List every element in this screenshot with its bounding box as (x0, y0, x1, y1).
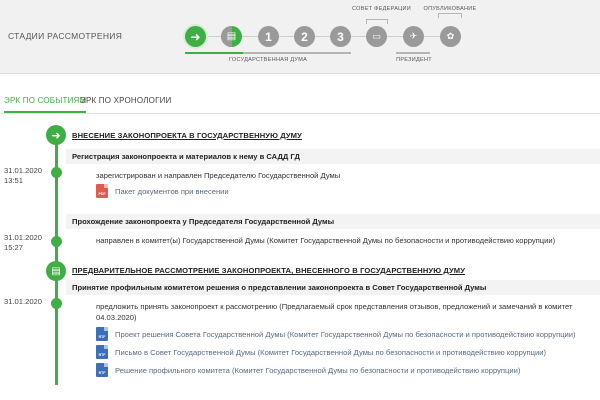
stage-publication[interactable]: ✿ (440, 26, 461, 47)
event-date: 31.01.2020 (4, 297, 42, 307)
event-heading-registration: Регистрация законопроекта и материалов к… (72, 152, 300, 161)
council-bracket (366, 19, 388, 24)
document-link[interactable]: RTF Решение профильного комитета (Комите… (96, 363, 520, 377)
document-list-icon: ▤ (46, 261, 66, 281)
stage-president[interactable]: ✈ (403, 26, 424, 47)
stage-heading-preliminary[interactable]: ПРЕДВАРИТЕЛЬНОЕ РАССМОТРЕНИЕ ЗАКОНОПРОЕК… (72, 266, 465, 275)
stages-title: СТАДИИ РАССМОТРЕНИЯ (8, 31, 123, 41)
publication-bracket (438, 13, 462, 18)
date-value: 31.01.2020 (4, 233, 43, 242)
document-label: Проект решения Совета Государственной Ду… (115, 329, 576, 339)
pdf-file-icon: PDF (96, 184, 108, 198)
group-label-duma: ГОСУДАРСТВЕННАЯ ДУМА (228, 57, 308, 63)
publication-icon: ✿ (446, 31, 455, 41)
stage-number: 2 (301, 29, 308, 44)
document-label: Решение профильного комитета (Комитет Го… (115, 365, 521, 375)
council-icon: ▭ (372, 31, 381, 41)
document-link[interactable]: RTF Проект решения Совета Государственно… (96, 327, 576, 341)
file-type-label: RTF (98, 353, 106, 357)
event-date: 31.01.2020 13:51 (4, 166, 42, 186)
timeline-dot (51, 236, 62, 247)
rtf-file-icon: RTF (96, 345, 108, 359)
timeline-dot (51, 298, 62, 309)
stage-node-glyph: ➜ (51, 129, 61, 142)
date-value: 31.01.2020 (4, 297, 43, 306)
arrow-right-icon: ➜ (190, 29, 201, 44)
document-label: Пакет документов при внесении (115, 186, 229, 196)
stage-first-reading[interactable]: 1 (258, 26, 279, 47)
event-heading-chairman: Прохождение законопроекта у Председателя… (72, 217, 335, 226)
tabs: ЭРК ПО СОБЫТИЯМ ЭРК ПО ХРОНОЛОГИИ (0, 92, 600, 114)
tab-by-chronology[interactable]: ЭРК ПО ХРОНОЛОГИИ (80, 96, 172, 111)
time-value: 15:27 (4, 243, 24, 252)
stage-federation-council[interactable]: ▭ (366, 26, 387, 47)
document-label: Письмо в Совет Государственной Думы (Ком… (115, 347, 547, 357)
rtf-file-icon: RTF (96, 363, 108, 377)
group-label-publication: ОПУБЛИКОВАНИЕ (423, 6, 477, 12)
file-type-label: PDF (98, 192, 106, 196)
group-label-federation-council: СОВЕТ ФЕДЕРАЦИИ (352, 6, 412, 12)
stage-heading-introduction[interactable]: ВНЕСЕНИЕ ЗАКОНОПРОЕКТА В ГОСУДАРСТВЕННУЮ… (72, 131, 302, 140)
president-line (396, 52, 430, 54)
duma-progress-line (185, 52, 243, 54)
group-label-president: ПРЕЗИДЕНТ (396, 57, 432, 63)
event-text: направлен в комитет(ы) Государственной Д… (96, 236, 556, 245)
time-value: 13:51 (4, 176, 24, 185)
stage-preliminary[interactable]: ▤ (221, 26, 242, 47)
arrow-right-icon: ➜ (46, 125, 66, 145)
president-icon: ✈ (409, 31, 418, 41)
event-text: зарегистрирован и направлен Председателю… (96, 171, 341, 180)
event-text: предложить принять законопроект к рассмо… (96, 302, 573, 322)
stage-node-glyph: ▤ (51, 265, 61, 277)
file-type-label: RTF (98, 335, 106, 339)
stage-introduction[interactable]: ➜ (185, 26, 206, 47)
duma-remaining-line (243, 52, 351, 54)
event-heading-committee-decision: Принятие профильным комитетом решения о … (72, 283, 487, 292)
tab-by-events[interactable]: ЭРК ПО СОБЫТИЯМ (4, 96, 87, 113)
stage-number: 3 (337, 29, 344, 44)
stage-third-reading[interactable]: 3 (330, 26, 351, 47)
document-link[interactable]: RTF Письмо в Совет Государственной Думы … (96, 345, 546, 359)
stage-second-reading[interactable]: 2 (294, 26, 315, 47)
document-list-icon: ▤ (226, 31, 237, 42)
stage-number: 1 (265, 29, 272, 44)
document-link[interactable]: PDF Пакет документов при внесении (96, 184, 229, 198)
rtf-file-icon: RTF (96, 327, 108, 341)
file-type-label: RTF (98, 371, 106, 375)
stages-bar: СТАДИИ РАССМОТРЕНИЯ ➜ ▤ 1 2 3 ▭ ✈ ✿ ГОСУ… (0, 0, 600, 74)
date-value: 31.01.2020 (4, 166, 43, 175)
event-date: 31.01.2020 15:27 (4, 233, 42, 253)
timeline-dot (51, 167, 62, 178)
